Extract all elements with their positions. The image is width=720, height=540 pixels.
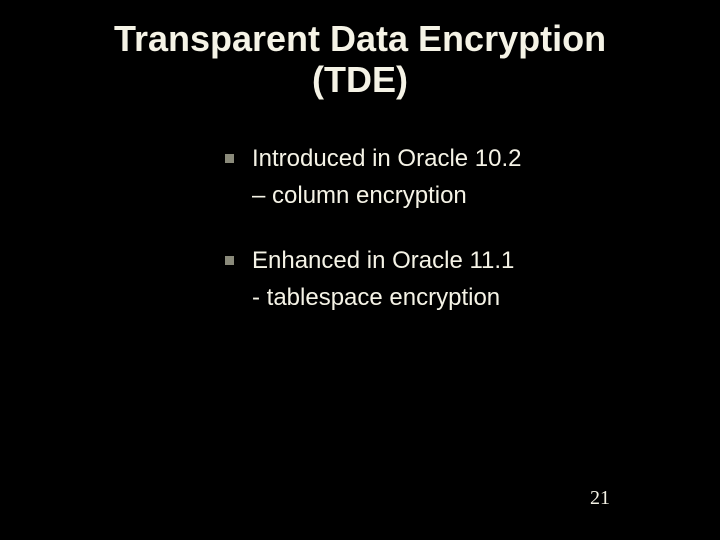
title-line-2: (TDE) <box>90 59 630 100</box>
bullet-sub-text: - tablespace encryption <box>252 282 640 313</box>
bullet-item: Enhanced in Oracle 11.1 - tablespace enc… <box>225 245 640 313</box>
bullet-item: Introduced in Oracle 10.2 – column encry… <box>225 143 640 211</box>
bullet-main-text: Introduced in Oracle 10.2 <box>252 143 522 174</box>
slide-title: Transparent Data Encryption (TDE) <box>40 18 680 101</box>
bullet-main-line: Enhanced in Oracle 11.1 <box>225 245 640 276</box>
slide: Transparent Data Encryption (TDE) Introd… <box>0 0 720 540</box>
page-number: 21 <box>590 487 610 510</box>
title-line-1: Transparent Data Encryption <box>90 18 630 59</box>
slide-content: Introduced in Oracle 10.2 – column encry… <box>40 143 680 314</box>
bullet-main-text: Enhanced in Oracle 11.1 <box>252 245 514 276</box>
bullet-sub-line: - tablespace encryption <box>225 282 640 313</box>
square-bullet-icon <box>225 256 234 265</box>
bullet-sub-line: – column encryption <box>225 180 640 211</box>
bullet-main-line: Introduced in Oracle 10.2 <box>225 143 640 174</box>
square-bullet-icon <box>225 154 234 163</box>
bullet-sub-text: – column encryption <box>252 180 640 211</box>
